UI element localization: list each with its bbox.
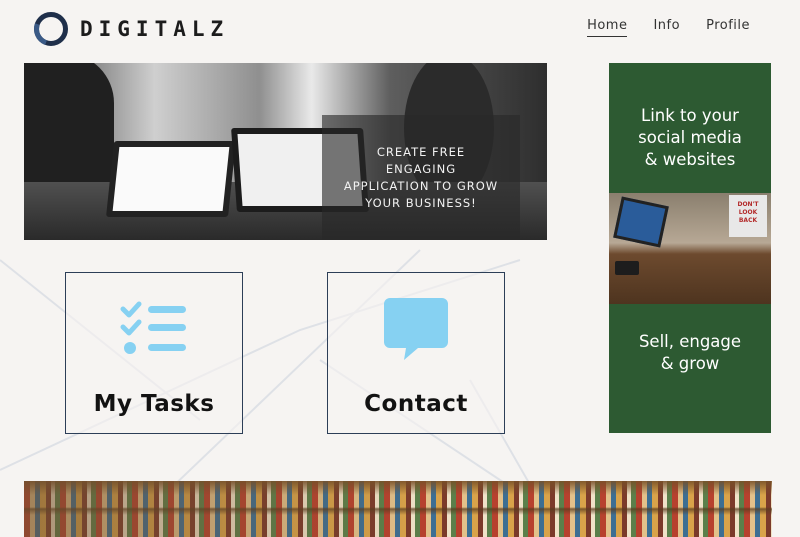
- poster-text: DON'T LOOK BACK: [737, 201, 759, 224]
- logo-ring-icon: [34, 12, 68, 46]
- poster-image: DON'T LOOK BACK: [729, 195, 767, 237]
- brand-logo[interactable]: DIGITALZ: [34, 6, 229, 52]
- promo-panel[interactable]: Link to your social media & websites DON…: [609, 63, 771, 433]
- hero-banner: CREATE FREE ENGAGING APPLICATION TO GROW…: [24, 63, 547, 240]
- nav-profile[interactable]: Profile: [706, 18, 750, 37]
- main-nav: Home Info Profile: [587, 18, 750, 37]
- my-tasks-label: My Tasks: [93, 391, 215, 417]
- promo-photo: DON'T LOOK BACK: [609, 193, 771, 304]
- hero-caption-box: CREATE FREE ENGAGING APPLICATION TO GROW…: [322, 115, 520, 240]
- promo-top-text: Link to your social media & websites: [638, 106, 742, 169]
- tablet-image: [613, 196, 669, 248]
- promo-bottom-text: Sell, engage & grow: [638, 332, 742, 373]
- hero-caption: CREATE FREE ENGAGING APPLICATION TO GROW…: [343, 144, 499, 210]
- bookshelf-fade: [24, 481, 436, 537]
- my-tasks-tile[interactable]: My Tasks: [65, 272, 243, 434]
- nav-home[interactable]: Home: [587, 18, 628, 37]
- hero-laptop-left: [106, 141, 236, 217]
- bookshelf-banner: [24, 481, 772, 537]
- chat-bubble-icon: [384, 298, 448, 360]
- phone-image: [615, 261, 639, 275]
- contact-tile[interactable]: Contact: [327, 272, 505, 434]
- checklist-icon: [120, 301, 186, 354]
- brand-name: DIGITALZ: [80, 17, 230, 41]
- contact-label: Contact: [364, 391, 468, 417]
- nav-info[interactable]: Info: [653, 18, 680, 37]
